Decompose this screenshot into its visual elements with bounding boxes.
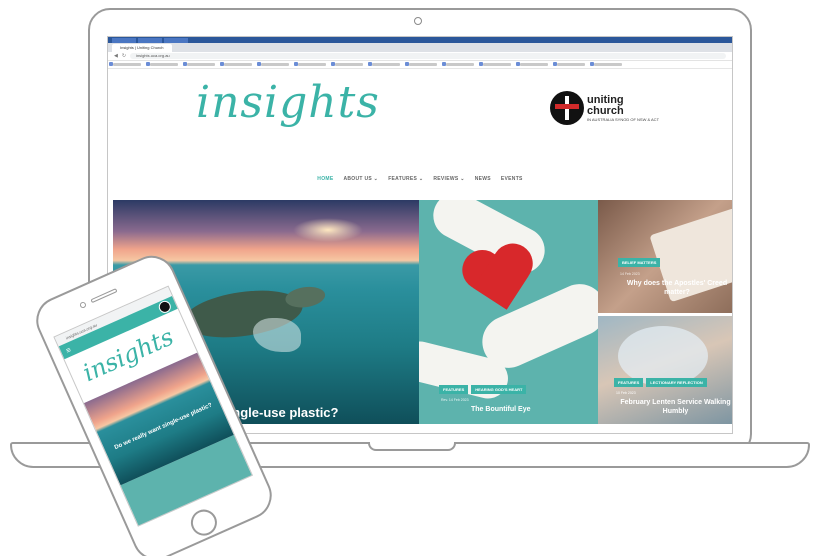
org-name-line2: church xyxy=(587,104,624,117)
bookmark-item[interactable] xyxy=(294,62,326,66)
back-icon[interactable]: ◀ xyxy=(114,53,118,59)
tag-badge[interactable]: BELIEF MATTERS xyxy=(618,258,661,267)
heart-icon xyxy=(460,241,543,324)
site-logo[interactable]: insights xyxy=(196,77,380,128)
bookmarks-bar xyxy=(108,61,732,69)
nav-news[interactable]: NEWS xyxy=(475,176,491,182)
tag-badge[interactable]: FEATURES xyxy=(439,385,469,394)
url-input[interactable]: insights.uca.org.au xyxy=(130,53,726,59)
bookmark-item[interactable] xyxy=(516,62,548,66)
bookmark-item[interactable] xyxy=(109,62,141,66)
org-logo-text: uniting church in Australia Synod of NSW… xyxy=(587,93,660,122)
bookmark-item[interactable] xyxy=(442,62,474,66)
nav-events[interactable]: EVENTS xyxy=(501,176,523,182)
nav-features[interactable]: FEATURES ⌄ xyxy=(388,176,423,182)
plastic-bag-image xyxy=(253,318,301,352)
org-name-line1: uniting xyxy=(587,93,624,106)
water-splash-image xyxy=(618,326,708,386)
article-tags: FEATURES LECTIONARY REFLECTION xyxy=(614,378,707,387)
right-top-article-card[interactable]: BELIEF MATTERS 14 Feb 2023 Why does the … xyxy=(598,200,732,313)
middle-article-card[interactable]: FEATURES HEARING GOD'S HEART Rev. 14 Feb… xyxy=(419,200,598,424)
uniting-church-emblem-icon xyxy=(550,91,584,125)
bookmark-item[interactable] xyxy=(368,62,400,66)
phone-camera-icon xyxy=(78,301,87,309)
main-nav: HOME ABOUT US ⌄ FEATURES ⌄ REVIEWS ⌄ NEW… xyxy=(108,176,732,182)
nav-home[interactable]: HOME xyxy=(317,176,333,182)
article-tags: FEATURES HEARING GOD'S HEART xyxy=(439,385,527,394)
article-meta: Rev. 14 Feb 2023 xyxy=(441,398,469,402)
bookmark-item[interactable] xyxy=(220,62,252,66)
camera-icon xyxy=(414,17,422,25)
article-title[interactable]: The Bountiful Eye xyxy=(471,406,531,413)
nav-reviews[interactable]: REVIEWS ⌄ xyxy=(433,176,464,182)
bookmark-item[interactable] xyxy=(553,62,585,66)
bookmark-item[interactable] xyxy=(590,62,622,66)
phone-hero-title[interactable]: Do we really want single-use plastic? xyxy=(112,401,216,453)
org-logo[interactable]: uniting church in Australia Synod of NSW… xyxy=(550,91,659,125)
device-mockup: Insights | Uniting Church ◀ ↻ insights.u… xyxy=(0,0,818,556)
tag-badge[interactable]: LECTIONARY REFLECTION xyxy=(646,378,707,387)
browser-tabbar: Insights | Uniting Church xyxy=(108,43,732,52)
site-header: insights uniting church in Australia Syn… xyxy=(108,69,732,171)
bookmark-item[interactable] xyxy=(331,62,363,66)
reload-icon[interactable]: ↻ xyxy=(122,53,126,59)
sunset-glow xyxy=(293,218,363,242)
org-subtitle: in Australia Synod of NSW & ACT xyxy=(587,116,660,122)
article-meta: 10 Feb 2023 xyxy=(616,391,636,395)
bookmark-item[interactable] xyxy=(479,62,511,66)
address-bar: ◀ ↻ insights.uca.org.au xyxy=(108,52,732,61)
bookmark-item[interactable] xyxy=(405,62,437,66)
hamburger-menu-icon[interactable]: ≡ xyxy=(64,345,72,355)
nav-about-us[interactable]: ABOUT US ⌄ xyxy=(343,176,378,182)
bookmark-item[interactable] xyxy=(257,62,289,66)
laptop-notch xyxy=(368,442,456,451)
tag-badge[interactable]: FEATURES xyxy=(614,378,644,387)
bookmark-item[interactable] xyxy=(183,62,215,66)
browser-tab[interactable]: Insights | Uniting Church xyxy=(112,44,172,52)
article-title[interactable]: Why does the Apostles' Creed matter? xyxy=(622,279,732,297)
right-bottom-article-card[interactable]: FEATURES LECTIONARY REFLECTION 10 Feb 20… xyxy=(598,316,732,424)
bookmark-item[interactable] xyxy=(146,62,178,66)
article-meta: 14 Feb 2023 xyxy=(620,272,640,276)
article-title[interactable]: February Lenten Service Walking Humbly xyxy=(618,398,732,416)
tag-badge[interactable]: HEARING GOD'S HEART xyxy=(471,385,527,394)
home-button-icon[interactable] xyxy=(186,505,222,540)
phone-speaker xyxy=(90,288,118,304)
